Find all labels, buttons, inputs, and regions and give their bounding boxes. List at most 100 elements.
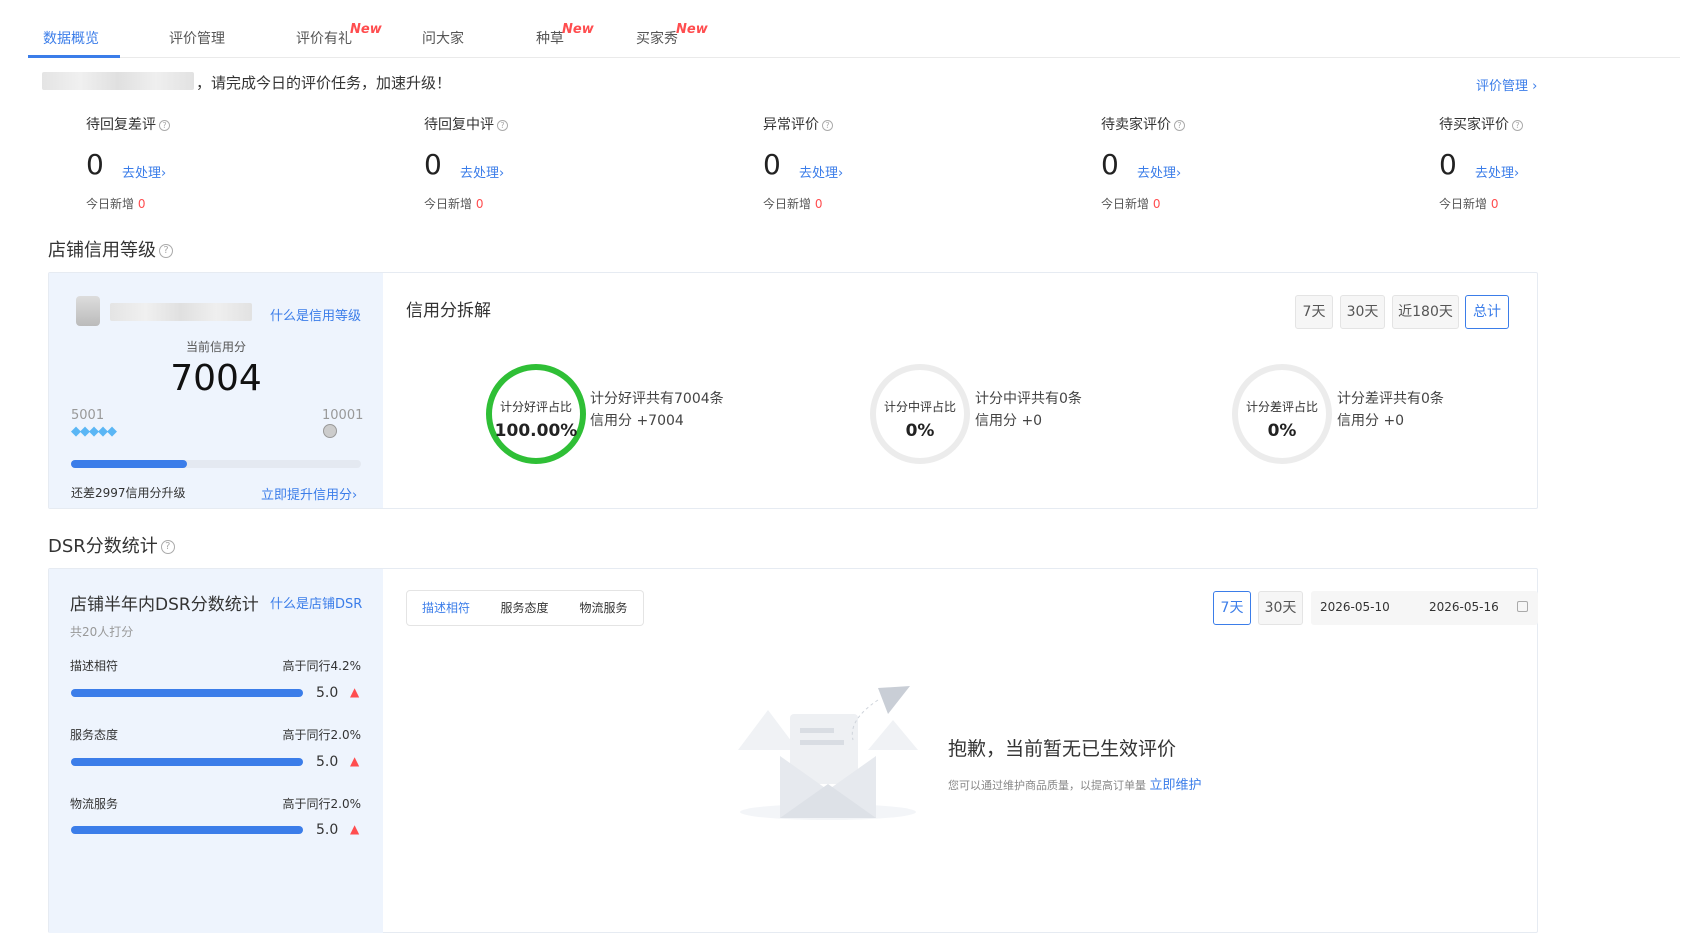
credit-max: 10001 [322,408,364,423]
question-icon[interactable]: ? [497,119,508,131]
up-arrow-icon: ▲ [350,685,360,699]
maintain-link[interactable]: 立即维护 [1150,778,1202,793]
new-badge: New [676,22,708,37]
top-tabs [28,0,1680,58]
dsr-range-30d[interactable]: 30天 [1258,591,1303,625]
credit-progress-track [71,460,361,468]
date-start[interactable]: 2026-05-10 [1320,600,1390,614]
go-handle-link[interactable]: 去处理› [1475,162,1519,181]
tab-buyer-show[interactable]: 买家秀 New [636,22,708,48]
ring-value: 100.00% [494,421,578,441]
stat-sub-value: 0 [475,197,484,211]
what-is-dsr-link[interactable]: 什么是店铺DSR [270,593,362,612]
stat-sub-label: 今日新增 [424,197,473,211]
dsr-item-score: 5.0 [316,754,339,770]
credit-progress-fill [71,460,187,468]
tab-review-management[interactable]: 评价管理 [169,28,225,48]
stat-value: 0 [424,148,442,181]
tab-review-rewards[interactable]: 评价有礼 New [296,22,382,48]
dsr-item-bar [71,758,303,766]
negative-detail: 计分差评共有0条 信用分 +0 [1337,391,1444,429]
stat-label: 待卖家评价 [1101,117,1171,133]
tab-seeding[interactable]: 种草 New [536,22,594,48]
seg-description[interactable]: 描述相符 [406,590,486,626]
stat-sub-value: 0 [137,197,146,211]
stat-pending-neutral: 待回复中评? 0 去处理› 今日新增 0 [424,114,624,212]
new-badge: New [350,22,382,37]
avatar [76,296,100,326]
credit-gap-text: 还差2997信用分升级 [71,486,186,500]
credit-score: 7004 [170,358,262,399]
credit-section-title: 店铺信用等级? [48,236,173,262]
stat-sub-label: 今日新增 [86,197,135,211]
ring-title: 计分差评占比 [1245,400,1318,414]
boost-credit-link[interactable]: 立即提升信用分› [261,484,357,503]
question-icon[interactable]: ? [159,244,173,258]
range-7d[interactable]: 7天 [1295,295,1333,329]
dsr-item-compare: 高于同行2.0% [282,728,362,742]
question-icon[interactable]: ? [160,540,175,554]
date-range-picker[interactable]: 2026-05-10 2026-05-16 [1311,591,1538,625]
what-is-credit-link[interactable]: 什么是信用等级 [270,305,361,324]
stat-label: 待回复中评 [424,117,494,133]
stat-sub-label: 今日新增 [763,197,812,211]
empty-desc: 您可以通过维护商品质量，以提高订单量 立即维护 [948,778,1202,793]
masked-nickname [110,303,252,321]
stat-value: 0 [86,148,104,181]
dsr-range-7d[interactable]: 7天 [1213,591,1251,625]
stat-pending-negative: 待回复差评? 0 去处理› 今日新增 0 [86,114,286,212]
dsr-item-label: 物流服务 [70,797,119,811]
masked-shop-name [42,72,194,90]
active-tab-indicator [28,55,120,58]
current-credit-label: 当前信用分 [185,340,246,354]
ring-title: 计分好评占比 [499,400,572,414]
tab-ask-everyone[interactable]: 问大家 [422,28,464,48]
question-icon[interactable]: ? [822,119,833,131]
question-icon[interactable]: ? [1512,119,1523,131]
dsr-item-compare: 高于同行4.2% [282,659,362,673]
calendar-icon[interactable] [1517,601,1528,612]
ring-value: 0% [905,421,935,441]
positive-ring: 计分好评占比 100.00% [486,364,586,464]
credit-min: 5001 [71,408,105,423]
stat-sub-label: 今日新增 [1101,197,1150,211]
review-management-link[interactable]: 评价管理 › [1476,75,1537,94]
stat-label: 待回复差评 [86,117,156,133]
stat-abnormal: 异常评价? 0 去处理› 今日新增 0 [763,114,963,212]
dsr-card-title: 店铺半年内DSR分数统计 [70,595,259,615]
question-icon[interactable]: ? [1174,119,1185,131]
stat-sub-value: 0 [814,197,823,211]
tab-data-overview[interactable]: 数据概览 [43,28,99,48]
range-30d[interactable]: 30天 [1340,295,1385,329]
dsr-segmented-tabs: 描述相符 服务态度 物流服务 [406,590,644,626]
dsr-item-score: 5.0 [316,685,339,701]
go-handle-link[interactable]: 去处理› [799,162,843,181]
seg-service[interactable]: 服务态度 [485,590,565,626]
ring-value: 0% [1267,421,1297,441]
range-total[interactable]: 总计 [1465,295,1509,329]
go-handle-link[interactable]: 去处理› [1137,162,1181,181]
go-handle-link[interactable]: 去处理› [460,162,504,181]
date-end[interactable]: 2026-05-16 [1429,600,1499,614]
stat-sub-label: 今日新增 [1439,197,1488,211]
stat-value: 0 [763,148,781,181]
breakdown-title: 信用分拆解 [406,301,491,321]
seg-logistics[interactable]: 物流服务 [564,590,644,626]
notice-text: ，请完成今日的评价任务，加速升级！ [196,74,452,92]
stat-sub-value: 0 [1490,197,1499,211]
crown-icon [323,424,337,438]
diamond-icon: ◆◆◆◆◆ [71,424,117,439]
up-arrow-icon: ▲ [350,822,360,836]
stat-label: 异常评价 [763,117,819,133]
range-180d[interactable]: 近180天 [1392,295,1459,329]
stat-sub-value: 0 [1152,197,1161,211]
dsr-item-label: 服务态度 [70,728,119,742]
stat-label: 待买家评价 [1439,117,1509,133]
dsr-item-bar [71,826,303,834]
go-handle-link[interactable]: 去处理› [122,162,166,181]
empty-title: 抱歉，当前暂无已生效评价 [948,738,1177,760]
dsr-item-score: 5.0 [316,822,339,838]
negative-ring: 计分差评占比 0% [1232,364,1332,464]
dsr-count: 共20人打分 [70,625,134,639]
question-icon[interactable]: ? [159,119,170,131]
